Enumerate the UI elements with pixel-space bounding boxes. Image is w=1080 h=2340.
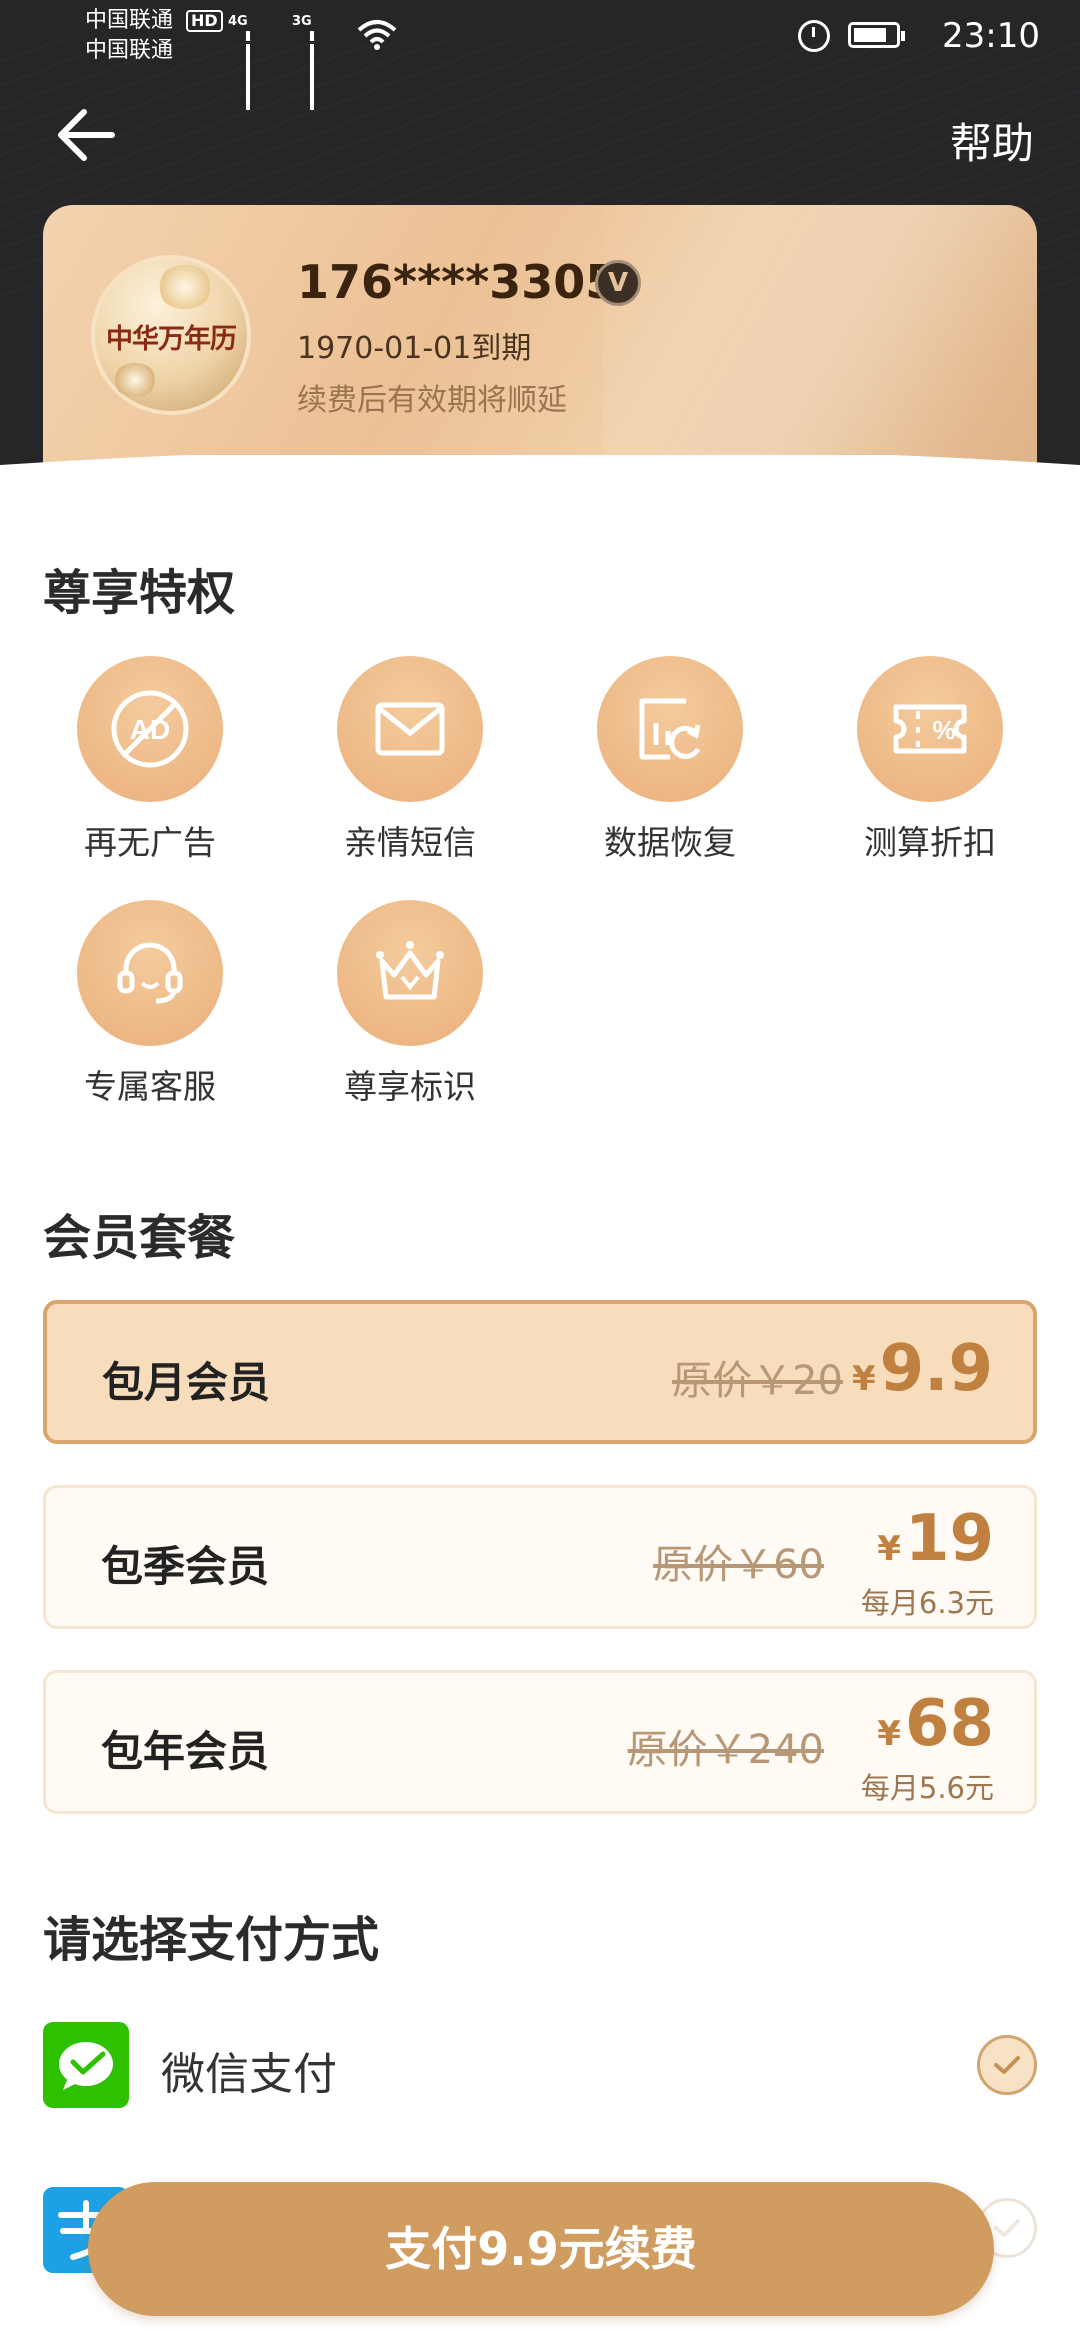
carrier-info: 中国联通 中国联通 (85, 6, 173, 66)
plan-name: 包季会员 (101, 1542, 270, 1591)
payment-title: 请选择支付方式 (43, 1912, 380, 1968)
avatar-flower-decoration (157, 265, 213, 309)
privilege-family-sms[interactable]: 亲情短信 (310, 656, 510, 864)
content-curve (0, 455, 1080, 535)
network-type-2: 3G (292, 14, 312, 29)
vip-badge-icon: V (595, 260, 641, 306)
plan-monthly-equivalent: 每月6.3元 (860, 1586, 994, 1620)
status-bar: 中国联通 中国联通 HD 4G 3G 23:10 (0, 0, 1080, 110)
plan-price-value: 19 (904, 1502, 994, 1576)
privilege-label: 亲情短信 (344, 823, 476, 862)
network-type-1: 4G (228, 14, 248, 29)
avatar: 中华万年历 (91, 255, 251, 415)
hd-badge: HD (186, 10, 223, 32)
privilege-icon-circle: % (857, 656, 1003, 802)
privilege-label: 测算折扣 (864, 823, 996, 862)
no-ads-icon: AD (111, 690, 189, 768)
avatar-flower-decoration (113, 363, 157, 397)
help-button[interactable]: 帮助 (950, 110, 1034, 171)
checkmark-icon (994, 2219, 1020, 2237)
carrier-2: 中国联通 (85, 38, 174, 63)
plan-price: ¥9.9 (852, 1332, 993, 1406)
plan-original-price: 原价￥60 (653, 1542, 824, 1588)
plan-price-value: 68 (904, 1687, 994, 1761)
plan-price-value: 9.9 (879, 1332, 993, 1406)
checkmark-icon (994, 2056, 1020, 2074)
privilege-icon-circle (77, 900, 223, 1046)
privilege-icon-circle: AD (77, 656, 223, 802)
privilege-discount[interactable]: % 测算折扣 (830, 656, 1030, 864)
arrow-left-icon (58, 109, 115, 161)
privilege-customer-service[interactable]: 专属客服 (50, 900, 250, 1108)
plan-original-price: 原价￥240 (627, 1727, 824, 1773)
pay-method-wechat[interactable]: 微信支付 (43, 2020, 1037, 2110)
plan-price: ¥68 (877, 1687, 994, 1761)
wifi-icon (357, 20, 397, 50)
privilege-icon-circle (337, 900, 483, 1046)
status-right: 23:10 (780, 12, 1040, 60)
privilege-vip-badge[interactable]: 尊享标识 (310, 900, 510, 1108)
back-button[interactable] (52, 100, 132, 180)
privilege-icon-circle (337, 656, 483, 802)
privilege-icon-circle (597, 656, 743, 802)
wechat-pay-icon (43, 2022, 129, 2108)
privilege-label: 专属客服 (84, 1067, 216, 1106)
currency-symbol: ¥ (851, 1359, 876, 1399)
svg-text:%: % (932, 715, 955, 745)
plan-original-price: 原价￥20 (672, 1358, 843, 1404)
pay-method-label: 微信支付 (161, 2049, 337, 2100)
plan-yearly[interactable]: 包年会员 原价￥240 ¥68 每月5.6元 (43, 1670, 1037, 1814)
privilege-no-ads[interactable]: AD 再无广告 (50, 656, 250, 864)
privilege-label: 尊享标识 (344, 1067, 476, 1106)
alarm-icon (798, 20, 830, 52)
headset-icon (117, 942, 183, 1004)
pay-renew-button[interactable]: 支付9.9元续费 (88, 2182, 994, 2316)
card-shine (603, 205, 1037, 495)
plan-quarterly[interactable]: 包季会员 原价￥60 ¥19 每月6.3元 (43, 1485, 1037, 1629)
battery-icon (848, 22, 905, 48)
currency-symbol: ¥ (877, 1714, 901, 1754)
privilege-label: 数据恢复 (604, 823, 736, 862)
privilege-label: 再无广告 (84, 823, 216, 862)
privileges-title: 尊享特权 (43, 565, 236, 621)
avatar-logo-text: 中华万年历 (106, 324, 237, 355)
envelope-icon (375, 702, 445, 756)
plan-monthly-equivalent: 每月5.6元 (860, 1771, 994, 1805)
carrier-1: 中国联通 (85, 8, 174, 33)
expire-date: 1970-01-01到期 (297, 331, 532, 366)
clock: 23:10 (942, 16, 1040, 56)
discount-ticket-icon: % (893, 704, 967, 754)
member-phone: 176****3305 (297, 255, 618, 309)
pay-method-radio[interactable] (977, 2035, 1037, 2095)
data-restore-icon (639, 698, 701, 760)
plan-name: 包月会员 (102, 1358, 271, 1407)
renew-note: 续费后有效期将顺延 (297, 383, 567, 418)
plan-name: 包年会员 (101, 1727, 270, 1776)
plans-title: 会员套餐 (43, 1210, 236, 1266)
plan-price: ¥19 (877, 1502, 994, 1576)
plan-monthly[interactable]: 包月会员 原价￥20 ¥9.9 (43, 1300, 1037, 1444)
privilege-data-restore[interactable]: 数据恢复 (570, 656, 770, 864)
member-card: 中华万年历 176****3305 V 1970-01-01到期 续费后有效期将… (43, 205, 1037, 495)
currency-symbol: ¥ (877, 1529, 901, 1569)
crown-icon (376, 941, 444, 1000)
